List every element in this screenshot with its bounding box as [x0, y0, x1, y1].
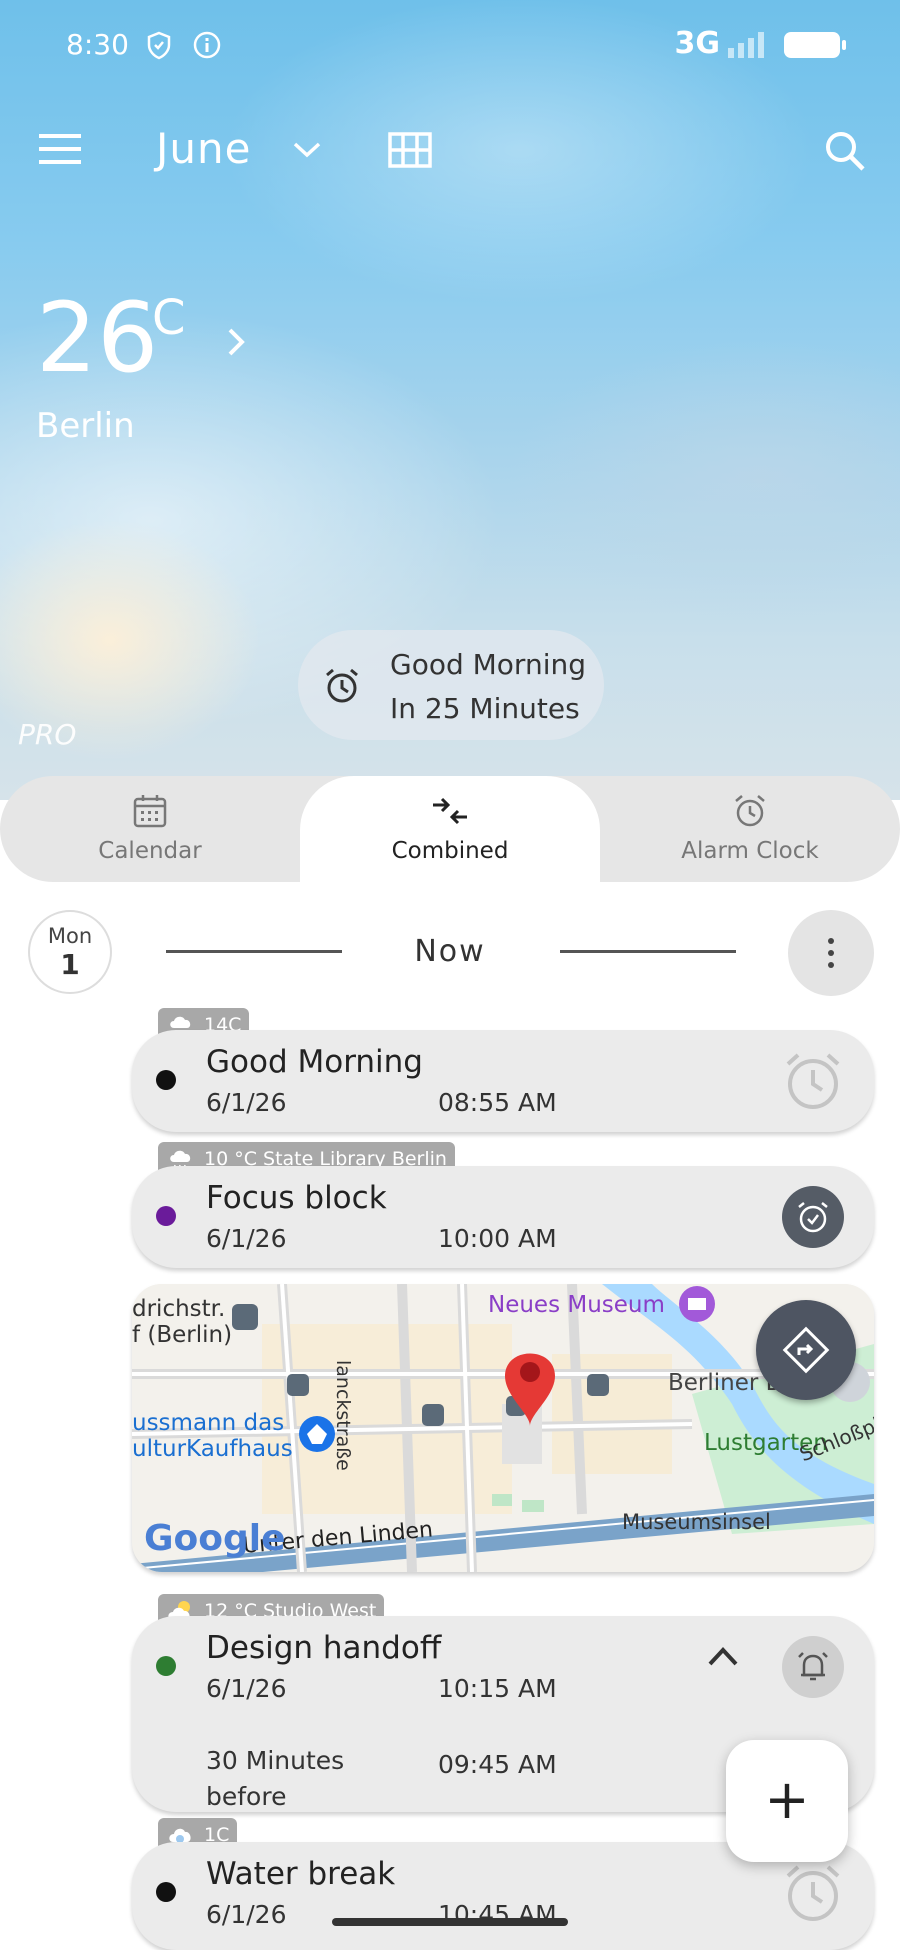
network-type: 3G	[674, 26, 721, 61]
event-date: 6/1/26	[206, 1674, 287, 1703]
chevron-up-icon[interactable]	[706, 1644, 740, 1668]
more-options-button[interactable]	[788, 910, 874, 996]
now-divider-right	[560, 950, 736, 953]
event-time: 08:55 AM	[438, 1088, 557, 1117]
next-alarm-title: Good Morning	[390, 648, 586, 681]
reminder-offset: 30 Minutes	[206, 1746, 345, 1775]
event-color-dot	[156, 1206, 176, 1226]
top-toolbar: June	[0, 120, 900, 180]
reminder-button[interactable]	[782, 1636, 844, 1698]
alarm-check-icon	[798, 1202, 828, 1233]
map-label: ulturKaufhaus	[132, 1436, 293, 1462]
signal-icon	[728, 32, 764, 58]
event-time: 10:00 AM	[438, 1224, 557, 1253]
chevron-down-icon[interactable]	[290, 136, 324, 164]
map-label: Neues Museum	[488, 1292, 665, 1318]
now-label: Now	[414, 934, 486, 969]
temperature-value[interactable]: 26	[36, 290, 158, 386]
city-name: Berlin	[36, 406, 135, 446]
calendar-icon	[133, 795, 167, 828]
status-time: 8:30	[66, 28, 129, 61]
next-alarm-countdown: In 25 Minutes	[390, 692, 580, 725]
event-title: Water break	[206, 1856, 396, 1892]
search-icon[interactable]	[820, 128, 870, 174]
bell-alarm-icon	[798, 1652, 828, 1681]
month-selector[interactable]: June	[156, 124, 251, 173]
event-time: 10:15 AM	[438, 1674, 557, 1703]
alarm-icon[interactable]	[782, 1050, 844, 1112]
map-label: Museumsinsel	[622, 1510, 771, 1534]
event-title: Focus block	[206, 1180, 387, 1216]
event-color-dot	[156, 1882, 176, 1902]
directions-icon	[782, 1326, 830, 1374]
info-icon	[193, 31, 221, 59]
grid-view-icon[interactable]	[386, 130, 434, 170]
menu-icon[interactable]	[36, 126, 86, 172]
event-card[interactable]: Good Morning 6/1/26 08:55 AM	[132, 1030, 874, 1132]
alarm-clock-icon	[326, 668, 358, 703]
chevron-right-icon[interactable]	[222, 322, 252, 362]
tab-calendar[interactable]: Calendar	[0, 776, 300, 882]
temperature-unit: C	[152, 290, 186, 346]
google-logo: Google	[144, 1518, 286, 1559]
event-card[interactable]: Focus block 6/1/26 10:00 AM	[132, 1166, 874, 1268]
reminder-offset-suffix: before	[206, 1782, 287, 1811]
reminder-time: 09:45 AM	[438, 1750, 557, 1779]
pro-badge[interactable]: PRO	[18, 718, 76, 751]
tab-combined-label: Combined	[391, 838, 509, 864]
event-date: 6/1/26	[206, 1900, 287, 1929]
alarm-check-button[interactable]	[782, 1186, 844, 1248]
map-label: f (Berlin)	[132, 1322, 233, 1348]
event-title: Design handoff	[206, 1630, 442, 1666]
tab-combined[interactable]: Combined	[300, 776, 600, 882]
next-alarm-pill[interactable]: Good Morning In 25 Minutes	[298, 630, 604, 740]
shield-icon	[147, 31, 171, 60]
event-date: 6/1/26	[206, 1088, 287, 1117]
map-label: ussmann das	[132, 1410, 285, 1436]
tab-calendar-label: Calendar	[98, 838, 202, 864]
event-color-dot	[156, 1656, 176, 1676]
battery-icon	[784, 32, 846, 58]
event-title: Good Morning	[206, 1044, 423, 1080]
tab-alarm-clock[interactable]: Alarm Clock	[600, 776, 900, 882]
map-label: drichstr.	[132, 1296, 226, 1322]
home-indicator[interactable]	[332, 1918, 568, 1926]
navigate-button[interactable]	[756, 1300, 856, 1400]
tab-alarm-clock-label: Alarm Clock	[681, 838, 819, 864]
event-date: 6/1/26	[206, 1224, 287, 1253]
alarm-icon[interactable]	[782, 1862, 844, 1924]
status-bar: 8:30 3G	[0, 22, 900, 70]
add-event-button[interactable]: +	[726, 1740, 848, 1862]
map-label: lanckstraße	[332, 1360, 354, 1471]
event-color-dot	[156, 1070, 176, 1090]
alarm-clock-icon	[735, 795, 765, 827]
combine-arrows-icon	[433, 797, 467, 825]
